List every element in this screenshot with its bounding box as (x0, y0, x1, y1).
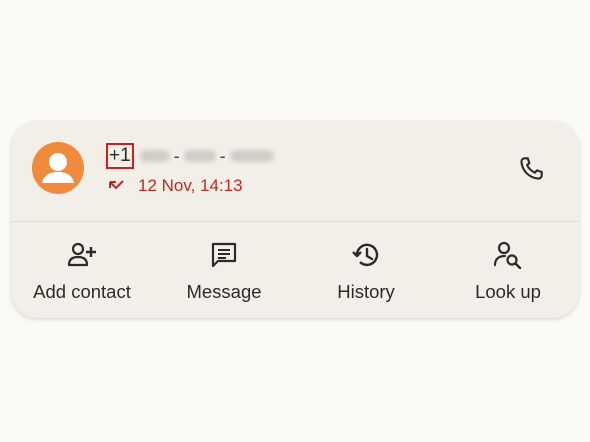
redacted-digits (229, 150, 274, 162)
call-details: 12 Nov, 14:13 (108, 176, 243, 196)
add-contact-label: Add contact (33, 281, 131, 302)
call-log-entry-card: +1 - - 12 Nov, 14:13 Add contact Message… (11, 121, 579, 318)
history-label: History (337, 281, 395, 302)
person-search-icon (493, 240, 523, 270)
message-label: Message (186, 281, 262, 302)
history-button[interactable]: History (295, 222, 437, 318)
action-bar: Add contact Message History Look up (11, 222, 579, 318)
message-button[interactable]: Message (153, 222, 295, 318)
phone-icon (520, 157, 543, 180)
call-button[interactable] (511, 149, 551, 189)
add-person-icon (67, 240, 97, 270)
number-separator: - (219, 145, 226, 166)
call-timestamp: 12 Nov, 14:13 (138, 176, 243, 195)
phone-number: +1 - - (106, 141, 274, 171)
redacted-digits (183, 150, 216, 162)
call-log-entry-header[interactable]: +1 - - 12 Nov, 14:13 (11, 121, 579, 221)
look-up-button[interactable]: Look up (437, 222, 579, 318)
missed-call-icon (108, 179, 126, 193)
redacted-digits (139, 150, 170, 162)
person-icon (32, 142, 84, 194)
add-contact-button[interactable]: Add contact (11, 222, 153, 318)
history-icon (351, 240, 381, 270)
look-up-label: Look up (475, 281, 541, 302)
message-icon (209, 240, 239, 270)
number-separator: - (173, 145, 180, 166)
country-code-prefix: +1 (106, 143, 134, 169)
